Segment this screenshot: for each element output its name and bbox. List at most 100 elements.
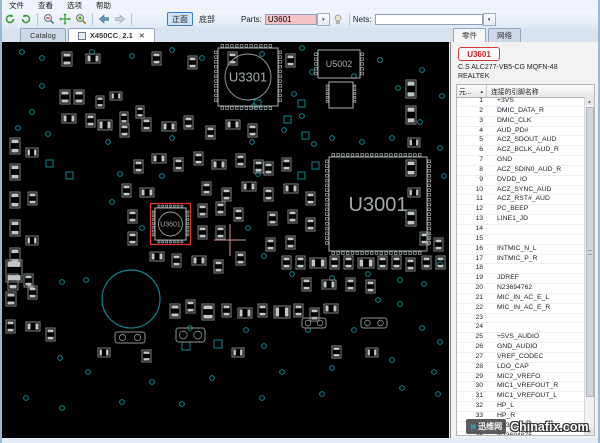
component-pad	[407, 118, 415, 123]
net-name-cell: ACZ_RST#_AUD	[497, 195, 550, 203]
doc-tab-1[interactable]: X450CC_2.1 ✕	[67, 28, 155, 42]
pin-number-cell: 7	[479, 156, 483, 164]
nets-input[interactable]	[374, 13, 483, 25]
view-front-button[interactable]: 正面	[167, 12, 193, 26]
net-name-column-header[interactable]: 连接的引脚名称	[487, 86, 594, 96]
component-pad	[247, 309, 251, 317]
highlight-bulb-icon[interactable]	[330, 12, 345, 27]
component-pad	[287, 62, 294, 66]
table-row[interactable]: 1 +3VS	[457, 97, 585, 107]
pin-number-cell: 4	[479, 126, 483, 134]
component-pad	[207, 127, 214, 131]
table-row[interactable]: 5 ACZ_SDOUT_AUD	[457, 136, 585, 147]
doc-tab-0[interactable]: Catalog	[20, 28, 66, 42]
parts-dropdown-icon[interactable]: ▼	[316, 12, 330, 26]
component-pad	[235, 216, 242, 220]
scroll-up-icon[interactable]: ▲	[585, 97, 594, 105]
component-pad	[297, 257, 304, 261]
table-row[interactable]: 19 JDREF	[457, 274, 585, 285]
table-row[interactable]: 17 INTMIC_P_R	[457, 255, 585, 265]
table-row[interactable]: 4 AUD_PD#	[457, 127, 585, 137]
table-row[interactable]: 23	[457, 314, 585, 324]
component-pad	[63, 115, 67, 122]
pin-number-cell: 24	[475, 323, 483, 331]
rotate-left-icon[interactable]	[3, 12, 18, 27]
doc-tab-label: X450CC_2.1	[89, 31, 133, 40]
component-pad	[221, 161, 225, 168]
component-pad	[251, 183, 255, 190]
table-scrollbar[interactable]: ▲ ▼	[584, 97, 594, 435]
component-pad	[235, 209, 242, 213]
component-pad	[61, 91, 69, 95]
table-row[interactable]: 20 N23694762	[457, 284, 585, 294]
table-row[interactable]: 9 DVDD_IO	[457, 176, 585, 186]
component-pad	[269, 213, 276, 217]
table-row[interactable]: 27 VREF_CODEC	[457, 353, 585, 363]
table-row[interactable]: 3 DMIC_CLK	[457, 117, 585, 127]
table-row[interactable]: 29 MIC2_VREFO	[457, 373, 585, 383]
parts-label: Parts:	[241, 14, 262, 24]
pcb-canvas[interactable]: U3301 U5002 U3001 U3601	[2, 42, 449, 438]
menu-item-3[interactable]: 帮助	[89, 0, 118, 11]
table-row[interactable]: 28 LDO_CAP	[457, 363, 585, 373]
view-back-button[interactable]: 底部	[195, 13, 219, 25]
component-pad	[121, 113, 127, 116]
close-icon[interactable]: ✕	[139, 32, 145, 40]
board-svg[interactable]: U3301 U5002 U3001 U3601	[2, 42, 449, 438]
scrollbar-thumb[interactable]	[585, 107, 594, 397]
component-pad	[303, 279, 310, 283]
zoom-out-icon[interactable]	[42, 12, 57, 27]
table-row[interactable]: 7 GND	[457, 156, 585, 166]
component-pad	[243, 183, 247, 190]
table-row[interactable]: 16 INTMIC_N_L	[457, 245, 585, 255]
zoom-in-icon[interactable]	[74, 12, 89, 27]
table-row[interactable]: 2 DMIC_DATA_R	[457, 107, 585, 117]
net-name-cell: ACZ_SDOUT_AUD	[497, 136, 557, 144]
panel-tab-0[interactable]: 零件	[453, 28, 486, 42]
table-row[interactable]: 24	[457, 323, 585, 334]
component-pad	[75, 99, 83, 103]
menu-item-2[interactable]: 选项	[60, 0, 89, 11]
nets-dropdown-icon[interactable]: ▼	[482, 12, 496, 26]
table-row[interactable]: 25 +5VS_AUDIO	[457, 333, 585, 344]
component-pad	[203, 190, 210, 194]
rotate-right-icon[interactable]	[19, 12, 34, 27]
selected-part-button[interactable]: U3601	[458, 47, 500, 61]
pin-number-column-header[interactable]: 元... ▲	[457, 85, 487, 97]
pin-number-cell: 5	[479, 136, 483, 144]
menu-item-0[interactable]: 文件	[2, 0, 31, 11]
nav-forward-icon[interactable]	[113, 12, 128, 27]
component-pad	[237, 253, 244, 257]
table-row[interactable]: 21 MIC_IN_AC_E_L	[457, 294, 585, 304]
nav-back-icon[interactable]	[97, 12, 112, 27]
component-pad	[249, 132, 256, 136]
net-name-cell: ACZ_SYNC_AUD	[497, 185, 552, 193]
table-row[interactable]: 10 ACZ_SYNC_AUD	[457, 186, 585, 196]
component-pad	[7, 261, 21, 267]
component-pad	[367, 349, 370, 356]
pin-number-cell: 12	[475, 205, 483, 213]
parts-input[interactable]	[264, 13, 317, 25]
table-row[interactable]: 12 PC_BEEP	[457, 205, 585, 216]
component-pad	[149, 189, 153, 196]
table-row[interactable]: 13 LINE1_JD	[457, 215, 585, 225]
panel-tab-1[interactable]: 网络	[488, 28, 521, 42]
table-row[interactable]: 26 GND_AUDIO	[457, 343, 585, 353]
component-pad	[265, 189, 272, 193]
component-pad	[118, 93, 121, 99]
table-row[interactable]: 8 ACZ_SDIN0_AUD_R	[457, 166, 585, 176]
component-pad	[259, 312, 266, 316]
table-row[interactable]: 18	[457, 264, 585, 275]
menu-item-1[interactable]: 查看	[31, 0, 60, 11]
component-pad	[345, 257, 352, 261]
table-row[interactable]: 15	[457, 235, 585, 245]
toolbar: 正面 底部 Parts: ▼ Nets: ▼	[2, 10, 598, 29]
table-row[interactable]: 32 HP_L	[457, 402, 585, 412]
table-row[interactable]: 30 MIC1_VREFOUT_R	[457, 382, 585, 393]
table-row[interactable]: 6 ACZ_BCLK_AUD_R	[457, 146, 585, 157]
table-row[interactable]: 11 ACZ_RST#_AUD	[457, 195, 585, 206]
table-row[interactable]: 22 MIC_IN_AC_E_R	[457, 304, 585, 314]
table-row[interactable]: 31 MIC1_VREFOUT_L	[457, 392, 585, 403]
zoom-fit-icon[interactable]	[58, 12, 73, 27]
table-row[interactable]: 14	[457, 225, 585, 235]
